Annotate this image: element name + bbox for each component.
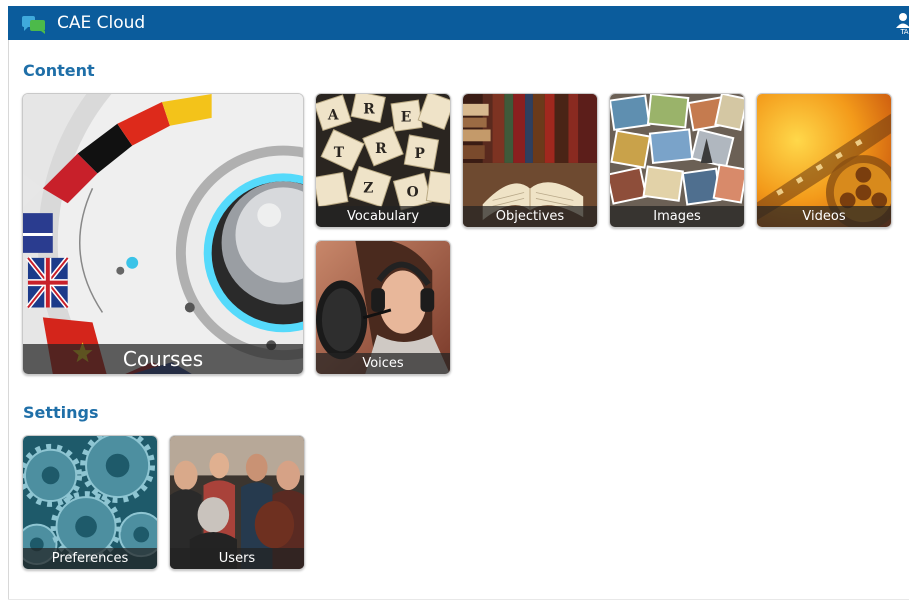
tile-label: Users: [170, 548, 304, 569]
language-dial-icon: [23, 94, 303, 374]
page-bottom-border: [8, 599, 909, 600]
content-section-title: Content: [23, 61, 95, 80]
tile-label: Images: [610, 206, 744, 227]
tile-courses[interactable]: Courses: [22, 93, 304, 375]
user-initials: TA: [900, 28, 908, 36]
tile-preferences[interactable]: Preferences: [22, 435, 158, 570]
tile-images[interactable]: Images: [609, 93, 745, 228]
tile-label: Courses: [23, 344, 303, 374]
tile-objectives[interactable]: Objectives: [462, 93, 598, 228]
svg-text:P: P: [415, 146, 426, 162]
tile-vocabulary[interactable]: A R E R T P Z O Vocabulary: [315, 93, 451, 228]
tile-label: Voices: [316, 353, 450, 374]
svg-text:R: R: [375, 141, 387, 157]
app-header: CAE Cloud TA: [8, 6, 909, 40]
svg-text:O: O: [407, 184, 419, 200]
svg-text:Z: Z: [363, 181, 373, 197]
tile-users[interactable]: Users: [169, 435, 305, 570]
tile-label: Objectives: [463, 206, 597, 227]
settings-section-title: Settings: [23, 403, 99, 422]
tile-videos[interactable]: Videos: [756, 93, 892, 228]
svg-text:E: E: [401, 110, 412, 126]
app-title: CAE Cloud: [57, 13, 146, 33]
tile-label: Vocabulary: [316, 206, 450, 227]
tile-label: Preferences: [23, 548, 157, 569]
tile-label: Videos: [757, 206, 891, 227]
tile-voices[interactable]: Voices: [315, 240, 451, 375]
svg-text:T: T: [334, 145, 345, 161]
svg-text:R: R: [363, 102, 375, 118]
page-left-border: [8, 40, 9, 600]
svg-text:A: A: [327, 108, 339, 124]
chat-bubbles-logo-icon[interactable]: [21, 14, 47, 34]
user-menu-button[interactable]: TA: [895, 6, 909, 40]
